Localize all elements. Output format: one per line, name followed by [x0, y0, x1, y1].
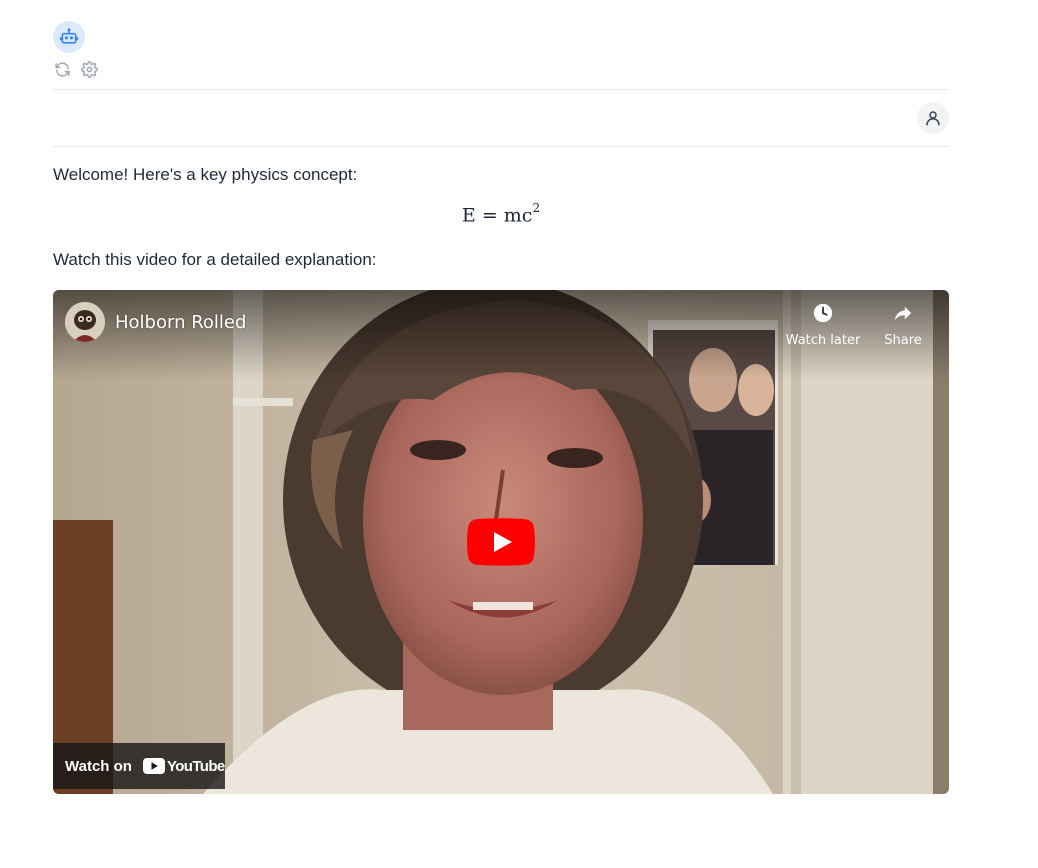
- youtube-embed[interactable]: Holborn Rolled Watch later Share Watch o…: [53, 290, 949, 794]
- robot-icon: [59, 28, 79, 44]
- play-icon: [467, 518, 535, 566]
- watch-later-label: Watch later: [785, 333, 861, 348]
- youtube-play-icon: [142, 758, 165, 774]
- youtube-logo: YouTube: [142, 757, 225, 775]
- youtube-wordmark: YouTube: [166, 757, 225, 775]
- watch-later-button[interactable]: Watch later: [785, 302, 861, 348]
- divider: [53, 146, 949, 147]
- message-video-prompt: Watch this video for a detailed explanat…: [53, 250, 377, 269]
- share-button[interactable]: Share: [865, 302, 941, 348]
- assistant-avatar: [53, 21, 85, 53]
- share-icon: [894, 306, 912, 321]
- user-avatar: [917, 102, 949, 134]
- play-button[interactable]: [467, 518, 535, 566]
- clock-icon: [813, 303, 833, 323]
- equation-exponent: 2: [532, 201, 541, 215]
- settings-button[interactable]: [80, 60, 98, 78]
- channel-avatar-image: [65, 302, 105, 342]
- equation: E = mc2: [53, 201, 949, 227]
- refresh-icon: [54, 61, 70, 77]
- share-label: Share: [884, 333, 922, 348]
- watch-on-label: Watch on: [65, 757, 132, 775]
- video-title[interactable]: Holborn Rolled: [115, 312, 246, 333]
- regenerate-button[interactable]: [53, 60, 71, 78]
- divider: [53, 89, 949, 90]
- watch-on-youtube-button[interactable]: Watch on YouTube: [53, 743, 225, 789]
- channel-avatar[interactable]: [65, 302, 105, 342]
- message-intro: Welcome! Here's a key physics concept:: [53, 165, 358, 184]
- equation-base: E = mc: [461, 204, 533, 227]
- user-icon: [926, 111, 940, 126]
- gear-icon: [80, 60, 98, 78]
